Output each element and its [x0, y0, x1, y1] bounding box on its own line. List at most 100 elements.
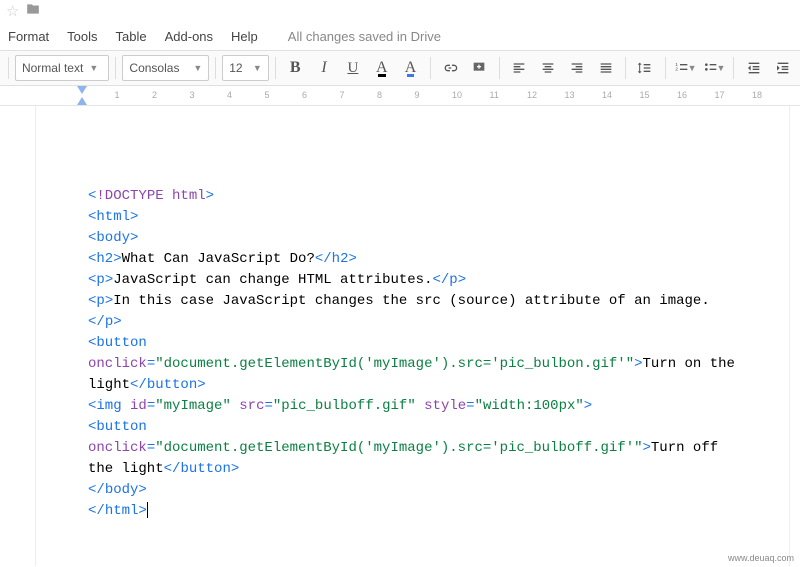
- align-left-icon: [511, 60, 527, 76]
- align-left-button[interactable]: [506, 55, 533, 81]
- italic-icon: I: [321, 59, 326, 77]
- ruler-tick: 11: [490, 90, 499, 100]
- code-token: body: [105, 482, 139, 498]
- code-token: style: [424, 398, 466, 414]
- code-token: img: [96, 398, 121, 414]
- code-token: >: [105, 272, 113, 288]
- font-family-dropdown[interactable]: Consolas ▼: [122, 55, 209, 81]
- menu-table[interactable]: Table: [116, 29, 147, 44]
- code-token: p: [105, 314, 113, 330]
- chevron-down-icon: ▼: [89, 63, 98, 73]
- code-token: h2: [96, 251, 113, 267]
- ruler-tick: 14: [602, 90, 612, 100]
- decrease-indent-icon: [746, 60, 762, 76]
- document-content[interactable]: <!DOCTYPE html> <html> <body> <h2>What C…: [88, 186, 737, 522]
- ruler-tick: 12: [527, 90, 537, 100]
- code-token: h2: [332, 251, 349, 267]
- highlight-color-button[interactable]: A: [397, 55, 424, 81]
- underline-icon: U: [347, 60, 358, 77]
- code-token: </: [88, 503, 105, 519]
- bulleted-list-button[interactable]: ▼: [701, 55, 728, 81]
- ruler-tick: 6: [302, 90, 307, 100]
- code-token: >: [130, 209, 138, 225]
- ruler-tick: 15: [640, 90, 650, 100]
- save-status: All changes saved in Drive: [288, 29, 441, 44]
- code-token: =: [147, 398, 155, 414]
- ruler-tick: 16: [677, 90, 687, 100]
- paragraph-style-label: Normal text: [22, 61, 83, 75]
- numbered-list-button[interactable]: 12 ▼: [672, 55, 699, 81]
- code-token: [147, 419, 155, 435]
- left-indent-marker[interactable]: [77, 97, 87, 105]
- code-token: >: [105, 293, 113, 309]
- code-token: onclick: [88, 440, 147, 456]
- code-token: >: [197, 377, 205, 393]
- ruler-tick: 1: [115, 90, 120, 100]
- menu-addons[interactable]: Add-ons: [165, 29, 213, 44]
- code-token: p: [96, 293, 104, 309]
- ruler-tick: 5: [265, 90, 270, 100]
- font-size-dropdown[interactable]: 12 ▼: [222, 55, 269, 81]
- menu-format[interactable]: Format: [8, 29, 49, 44]
- text-color-button[interactable]: A: [368, 55, 395, 81]
- code-token: What Can JavaScript Do?: [122, 251, 315, 267]
- document-page[interactable]: <!DOCTYPE html> <html> <body> <h2>What C…: [35, 106, 790, 566]
- star-icon[interactable]: ☆: [6, 2, 19, 20]
- ruler-tick: 8: [377, 90, 382, 100]
- ruler-tick: 18: [752, 90, 762, 100]
- first-line-indent-marker[interactable]: [77, 86, 87, 94]
- code-token: In this case JavaScript changes the src …: [113, 293, 710, 309]
- ruler[interactable]: 123456789101112131415161718: [0, 86, 800, 106]
- code-token: "pic_bulboff.gif": [273, 398, 416, 414]
- code-token: p: [449, 272, 457, 288]
- align-center-button[interactable]: [534, 55, 561, 81]
- text-cursor: [147, 502, 148, 518]
- align-justify-icon: [598, 60, 614, 76]
- code-token: >: [206, 188, 214, 204]
- align-right-button[interactable]: [563, 55, 590, 81]
- increase-indent-button[interactable]: [769, 55, 796, 81]
- chevron-down-icon: ▼: [688, 63, 697, 73]
- code-token: >: [634, 356, 642, 372]
- chevron-down-icon: ▼: [717, 63, 726, 73]
- folder-icon[interactable]: [25, 2, 41, 21]
- code-token: body: [96, 230, 130, 246]
- ruler-tick: 4: [227, 90, 232, 100]
- code-token: onclick: [88, 356, 147, 372]
- italic-button[interactable]: I: [311, 55, 338, 81]
- code-token: html: [96, 209, 130, 225]
- insert-link-button[interactable]: [437, 55, 464, 81]
- menu-help[interactable]: Help: [231, 29, 258, 44]
- chevron-down-icon: ▼: [193, 63, 202, 73]
- line-spacing-button[interactable]: [632, 55, 659, 81]
- align-justify-button[interactable]: [592, 55, 619, 81]
- align-center-icon: [540, 60, 556, 76]
- ruler-tick: 7: [340, 90, 345, 100]
- code-token: =: [265, 398, 273, 414]
- insert-comment-button[interactable]: [466, 55, 493, 81]
- underline-button[interactable]: U: [339, 55, 366, 81]
- code-token: =: [466, 398, 474, 414]
- highlight-icon: A: [405, 59, 417, 77]
- text-color-icon: A: [376, 59, 388, 77]
- code-token: id: [130, 398, 147, 414]
- menu-tools[interactable]: Tools: [67, 29, 97, 44]
- code-token: >: [130, 230, 138, 246]
- bold-button[interactable]: B: [282, 55, 309, 81]
- code-token: "width:100px": [475, 398, 584, 414]
- code-token: >: [138, 482, 146, 498]
- watermark: www.deuaq.com: [728, 553, 794, 563]
- code-token: [147, 335, 155, 351]
- code-token: "document.getElementById('myImage').src=…: [155, 356, 634, 372]
- ruler-tick: 2: [152, 90, 157, 100]
- code-token: </: [130, 377, 147, 393]
- paragraph-style-dropdown[interactable]: Normal text ▼: [15, 55, 110, 81]
- code-token: button: [180, 461, 230, 477]
- align-right-icon: [569, 60, 585, 76]
- ruler-tick: 17: [715, 90, 725, 100]
- code-token: html: [105, 503, 139, 519]
- font-size-label: 12: [229, 61, 242, 75]
- code-token: !DOCTYPE html: [96, 188, 205, 204]
- increase-indent-icon: [775, 60, 791, 76]
- decrease-indent-button[interactable]: [740, 55, 767, 81]
